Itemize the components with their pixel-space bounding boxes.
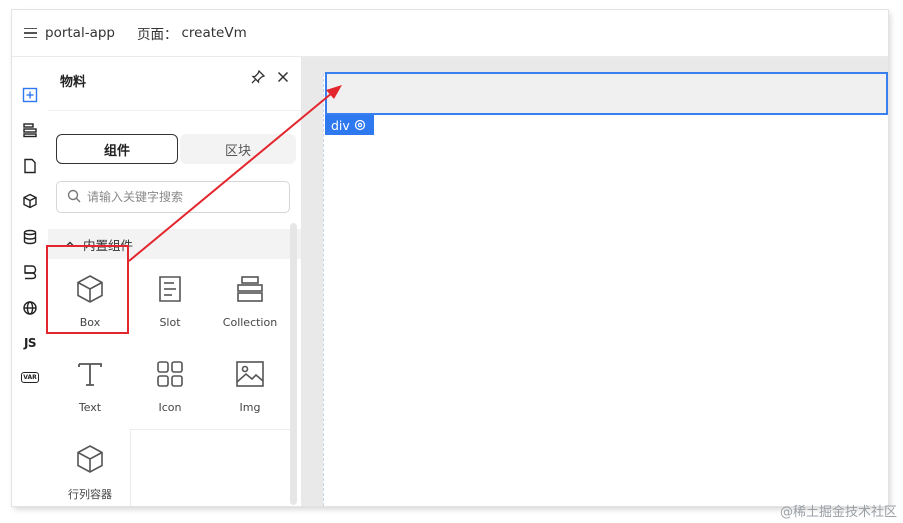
page-name[interactable]: createVm: [181, 25, 246, 41]
panel-title: 物料: [60, 75, 87, 90]
search-input[interactable]: [85, 186, 284, 208]
section-label: 内置组件: [83, 237, 134, 253]
chevron-up-icon: [66, 241, 74, 247]
scrollbar[interactable]: [290, 223, 297, 505]
divider: [48, 110, 301, 111]
component-img[interactable]: Img: [210, 344, 291, 430]
component-text[interactable]: Text: [50, 344, 131, 430]
block-icon[interactable]: [12, 189, 48, 213]
component-collection[interactable]: Collection: [210, 259, 291, 345]
tag-label: div: [331, 117, 350, 133]
grid-icon: [157, 361, 183, 387]
bridge-icon[interactable]: [12, 260, 48, 284]
search-box: [56, 181, 290, 213]
pin-icon[interactable]: [250, 69, 268, 87]
text-icon: [78, 363, 102, 386]
page-label: 页面：: [136, 27, 178, 43]
collection-icon: [237, 276, 263, 302]
component-icon[interactable]: Icon: [130, 344, 211, 430]
globe-icon[interactable]: [12, 296, 48, 320]
component-label: Slot: [159, 316, 181, 329]
box-icon: [77, 445, 103, 473]
app-name[interactable]: portal-app: [45, 25, 115, 41]
slot-icon: [159, 276, 181, 302]
selected-div-element[interactable]: [325, 72, 888, 115]
component-label: 行列容器: [68, 488, 112, 501]
left-rail: JS VAR: [12, 57, 49, 506]
component-label: Text: [78, 401, 102, 414]
image-icon: [236, 361, 264, 387]
outline-tree-icon[interactable]: [12, 118, 48, 142]
tab-blocks[interactable]: 区块: [180, 134, 296, 164]
search-icon: [67, 189, 81, 203]
component-label: Icon: [158, 401, 182, 414]
add-component-icon[interactable]: [12, 83, 48, 107]
tabs: 组件 区块: [56, 134, 296, 164]
section-builtin[interactable]: 内置组件: [48, 229, 301, 259]
app-window: portal-app 页面： createVm JS VAR 物料 组件 区块 …: [12, 10, 888, 506]
menu-icon[interactable]: [24, 27, 38, 39]
component-label: Box: [79, 316, 101, 329]
tab-components[interactable]: 组件: [56, 134, 178, 164]
gear-icon[interactable]: [354, 119, 366, 131]
component-row-col-container[interactable]: 行列容器: [50, 429, 131, 506]
materials-panel: 物料 组件 区块 内置组件 Box Slot: [48, 57, 302, 506]
component-box[interactable]: Box: [50, 259, 131, 345]
component-label: Collection: [222, 316, 278, 329]
watermark: @稀土掘金技术社区: [779, 505, 897, 520]
page-icon[interactable]: [12, 154, 48, 178]
selected-tag[interactable]: div: [325, 115, 374, 135]
js-panel-icon[interactable]: JS: [12, 331, 48, 355]
box-icon: [77, 275, 103, 303]
canvas-page[interactable]: [323, 74, 888, 506]
close-icon[interactable]: [275, 69, 293, 87]
component-slot[interactable]: Slot: [130, 259, 211, 345]
top-bar: portal-app 页面： createVm: [12, 10, 888, 57]
component-label: Img: [239, 401, 261, 414]
variable-icon[interactable]: VAR: [12, 365, 48, 389]
datasource-icon[interactable]: [12, 225, 48, 249]
